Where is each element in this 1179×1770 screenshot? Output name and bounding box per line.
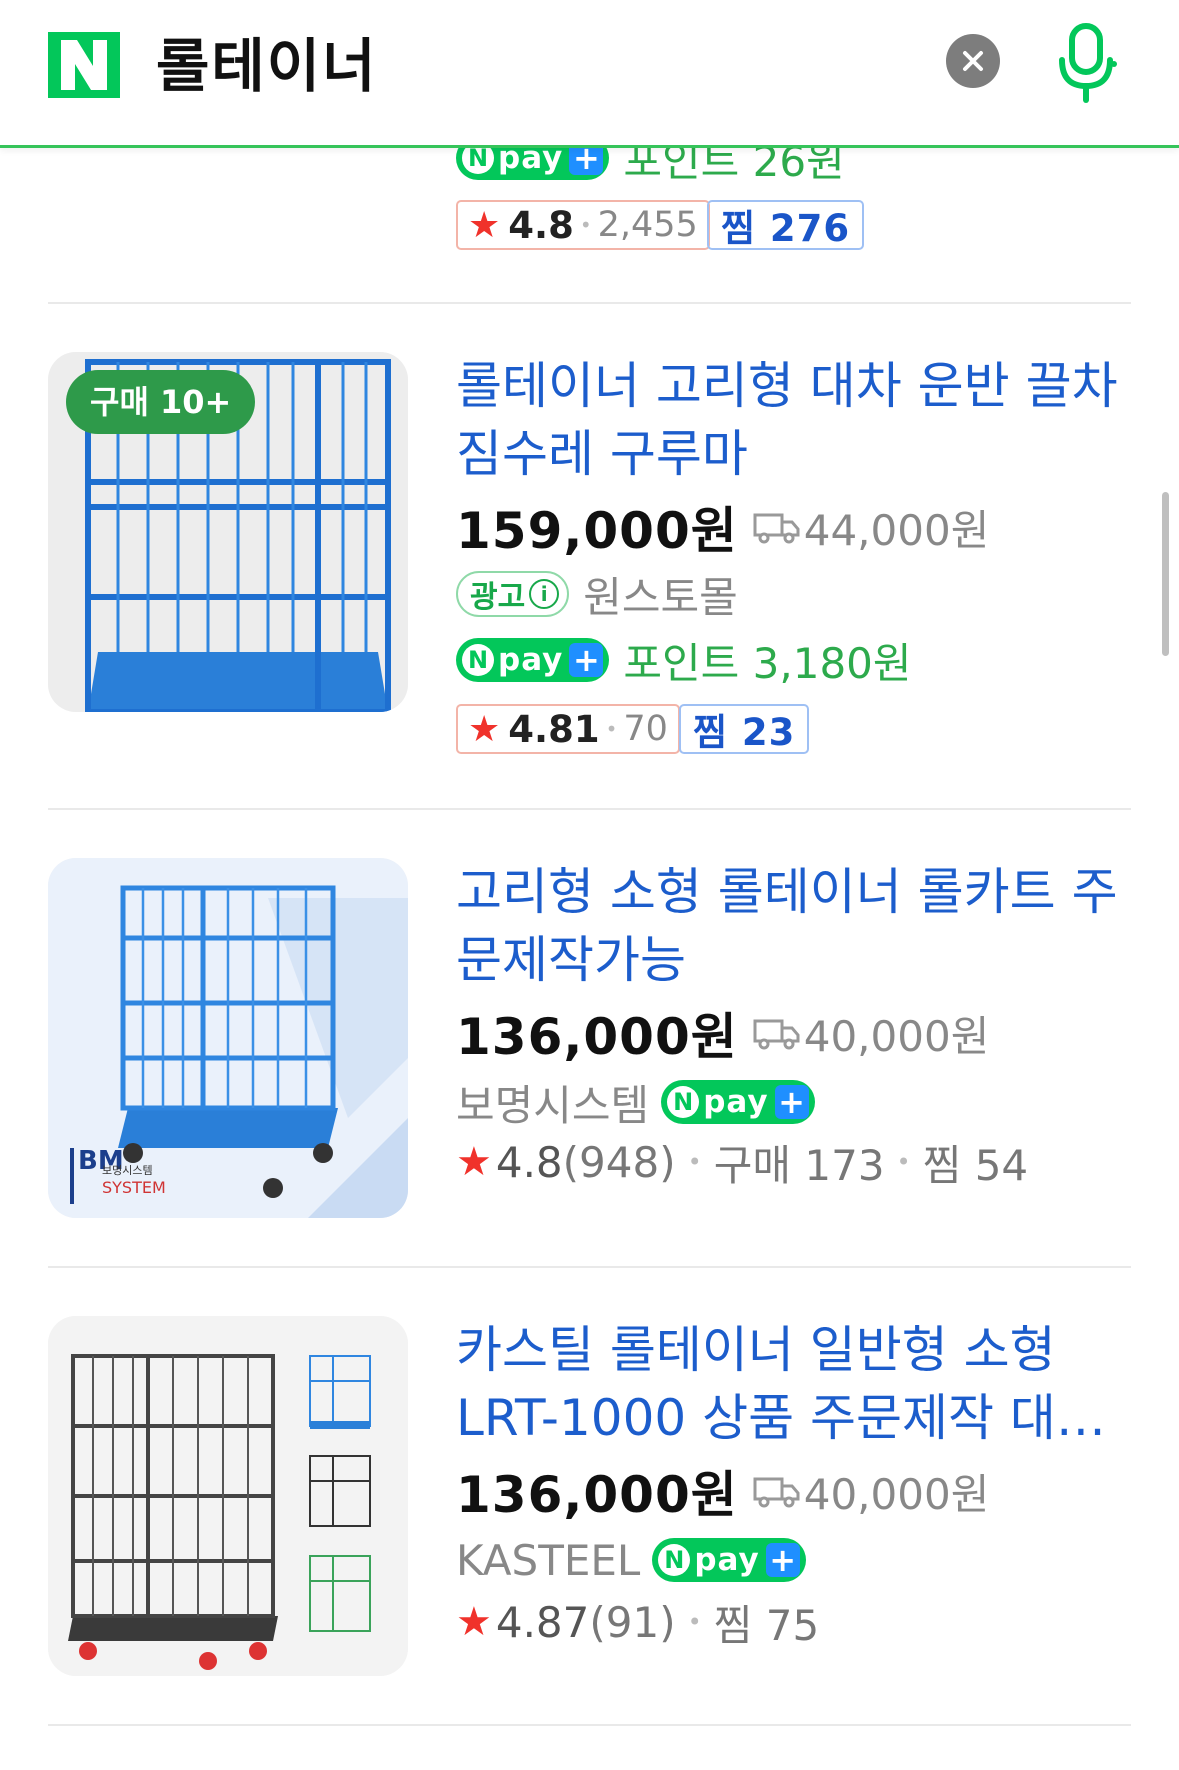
search-header: 롤테이너 bbox=[0, 0, 1179, 148]
delivery-truck-icon bbox=[753, 1477, 800, 1508]
info-icon: i bbox=[529, 579, 560, 609]
star-icon: ★ bbox=[456, 1599, 492, 1645]
bm-system-logo: BM 보명시스템 SYSTEM bbox=[70, 1148, 210, 1204]
npay-badge: N pay + bbox=[456, 638, 610, 682]
separator-dot: • bbox=[605, 717, 618, 741]
close-icon bbox=[963, 51, 983, 71]
npay-word: pay bbox=[694, 1542, 760, 1578]
zzim-count: 찜 75 bbox=[713, 1600, 820, 1650]
npay-plus-icon: + bbox=[569, 643, 604, 677]
product-title-link[interactable]: 고리형 소형 롤테이너 롤카트 주문제작가능 bbox=[456, 858, 1136, 994]
npay-point-row: N pay + 포인트 3,180원 bbox=[456, 638, 912, 688]
divider bbox=[48, 302, 1131, 304]
review-count: (948) bbox=[562, 1137, 676, 1187]
separator-dot: • bbox=[687, 1608, 702, 1636]
naver-logo-icon[interactable] bbox=[48, 32, 120, 98]
price: 136,000원 bbox=[456, 1008, 738, 1066]
delivery-truck-icon bbox=[753, 513, 800, 544]
logo-text: BM bbox=[78, 1146, 124, 1176]
purchase-count: 구매 173 bbox=[713, 1140, 885, 1190]
price: 136,000원 bbox=[456, 1466, 738, 1524]
logo-subtext: 보명시스템 bbox=[102, 1164, 153, 1177]
price: 159,000원 bbox=[456, 502, 738, 560]
separator-dot: • bbox=[896, 1148, 911, 1176]
roll-container-kasteel-image bbox=[48, 1316, 408, 1676]
product-thumbnail[interactable]: BM 보명시스템 SYSTEM bbox=[48, 858, 408, 1218]
seller-row: KASTEEL N pay + bbox=[456, 1532, 806, 1588]
product-title-link[interactable]: 롤테이너 고리형 대차 운반 끌차 짐수레 구루마 bbox=[456, 352, 1136, 488]
star-icon: ★ bbox=[468, 708, 501, 750]
clear-search-button[interactable] bbox=[946, 34, 1000, 88]
delivery-truck-icon bbox=[753, 1019, 800, 1050]
seller-name[interactable]: 원스토몰 bbox=[583, 564, 738, 625]
npay-n-icon: N bbox=[658, 1544, 691, 1576]
rating-value: 4.81 bbox=[508, 707, 600, 751]
rating-box: ★ 4.8 • 2,455 bbox=[456, 200, 710, 250]
scrollbar[interactable] bbox=[1162, 492, 1169, 656]
purchase-count-badge: 구매 10+ bbox=[66, 370, 256, 434]
divider bbox=[48, 1724, 1131, 1726]
star-icon: ★ bbox=[456, 1139, 492, 1185]
npay-word: pay bbox=[703, 1084, 769, 1120]
search-query-input[interactable]: 롤테이너 bbox=[156, 26, 377, 106]
rating-value: 4.8 bbox=[495, 1137, 563, 1187]
review-count: 2,455 bbox=[597, 205, 698, 245]
price-row: 136,000원 40,000원 bbox=[456, 1002, 990, 1066]
seller-name[interactable]: KASTEEL bbox=[456, 1536, 640, 1585]
npay-plus-icon: + bbox=[774, 1085, 809, 1119]
product-thumbnail[interactable]: 구매 10+ bbox=[48, 352, 408, 712]
review-count: (91) bbox=[589, 1597, 676, 1647]
npay-badge: N pay + bbox=[661, 1080, 815, 1124]
npay-plus-icon: + bbox=[765, 1543, 800, 1577]
logo-subtext: SYSTEM bbox=[102, 1178, 166, 1197]
divider bbox=[48, 808, 1131, 810]
npay-badge: N pay + bbox=[652, 1538, 806, 1582]
ad-badge[interactable]: 광고 i bbox=[456, 571, 570, 617]
divider bbox=[48, 1266, 1131, 1268]
rating-value: 4.8 bbox=[508, 203, 574, 247]
seller-name[interactable]: 보명시스템 bbox=[456, 1072, 649, 1133]
product-title-link[interactable]: 카스틸 롤테이너 일반형 소형 LRT-1000 상품 주문제작 대… bbox=[456, 1316, 1136, 1452]
zzim-count: 찜 54 bbox=[922, 1140, 1029, 1190]
shipping-fee: 40,000원 bbox=[803, 1469, 990, 1519]
price-row: 136,000원 40,000원 bbox=[456, 1460, 990, 1524]
shipping-fee: 40,000원 bbox=[803, 1011, 990, 1061]
point-text: 포인트 3,180원 bbox=[623, 638, 912, 688]
separator-dot: • bbox=[579, 213, 592, 237]
seller-row: 광고 i 원스토몰 bbox=[456, 566, 738, 622]
npay-n-icon: N bbox=[667, 1086, 700, 1118]
npay-n-icon: N bbox=[462, 644, 494, 676]
rating-box: ★ 4.81 • 70 bbox=[456, 704, 680, 754]
seller-row: 보명시스템 N pay + bbox=[456, 1074, 815, 1130]
ad-label: 광고 bbox=[470, 580, 526, 615]
review-count: 70 bbox=[623, 709, 668, 749]
npay-word: pay bbox=[498, 642, 564, 678]
zzim-box[interactable]: 찜 276 bbox=[707, 200, 865, 250]
rating-line: ★ 4.8 (948) • 구매 173 • 찜 54 bbox=[456, 1134, 1028, 1190]
shipping-fee: 44,000원 bbox=[803, 505, 990, 555]
rating-line: ★ 4.87 (91) • 찜 75 bbox=[456, 1594, 819, 1650]
separator-dot: • bbox=[687, 1148, 702, 1176]
star-icon: ★ bbox=[468, 204, 501, 246]
voice-search-mic-icon[interactable] bbox=[1054, 22, 1118, 104]
zzim-box[interactable]: 찜 23 bbox=[679, 704, 810, 754]
price-row: 159,000원 44,000원 bbox=[456, 496, 990, 560]
rating-value: 4.87 bbox=[495, 1597, 590, 1647]
product-thumbnail[interactable] bbox=[48, 1316, 408, 1676]
